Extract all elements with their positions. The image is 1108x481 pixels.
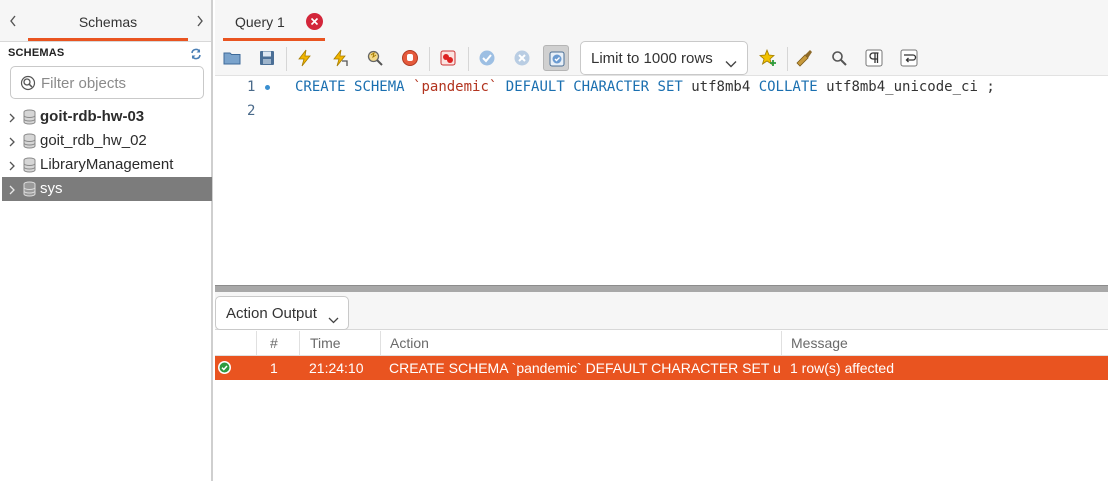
col-header-message[interactable]: Message [791,335,848,351]
output-type-select[interactable]: Action Output [215,296,349,330]
kw-character: CHARACTER [573,79,650,95]
line-number: 2 [247,103,256,119]
charset-value: utf8mb4 [691,79,751,95]
row-time: 21:24:10 [309,360,364,376]
schemas-header-label: SCHEMAS [8,47,65,59]
sql-editor-toolbar: Limit to 1000 rows [215,41,1108,76]
autocommit-icon[interactable] [543,45,569,71]
filter-search-icon [20,75,36,91]
limit-rows-label: Limit to 1000 rows [591,50,713,67]
limit-rows-select[interactable]: Limit to 1000 rows [580,41,748,75]
main-area: Query 1 Limit to 1000 rows 1 2 CREATE SC… [215,0,1108,481]
code-line-1: CREATE SCHEMA `pandemic` DEFAULT CHARACT… [295,79,995,95]
row-action: CREATE SCHEMA `pandemic` DEFAULT CHARACT… [389,360,781,376]
close-tab-icon[interactable] [306,13,323,30]
filter-objects-input[interactable] [41,71,199,95]
expand-chevron-icon[interactable] [8,183,16,195]
line-number: 1 [247,79,256,95]
refresh-icon[interactable] [190,47,202,60]
schemas-header: SCHEMAS [0,44,211,62]
execute-current-icon[interactable] [327,45,353,71]
output-toolbar: Action Output [215,292,1108,330]
schema-tree-item[interactable]: goit-rdb-hw-03 [2,105,212,129]
panel-splitter[interactable] [215,285,1108,292]
schema-name-label: goit_rdb_hw_02 [40,132,147,149]
database-icon [23,157,36,173]
commit-icon[interactable] [474,45,500,71]
database-icon [23,181,36,197]
column-divider [299,331,300,356]
toolbar-separator [286,47,287,71]
schemas-sidebar: Schemas SCHEMAS goit-rdb-hw-03 goit_rdb_h… [0,0,213,481]
kw-create: CREATE [295,79,346,95]
schema-tree-item[interactable]: LibraryManagement [2,153,212,177]
output-panel: Action Output # Time Action Message 1 21… [215,292,1108,481]
schema-name-label: LibraryManagement [40,156,174,173]
collation-value: utf8mb4_unicode_ci [826,79,978,95]
output-grid-header: # Time Action Message [215,331,1108,356]
beautify-icon[interactable] [791,45,817,71]
stop-icon[interactable] [397,45,423,71]
output-type-label: Action Output [226,305,317,322]
save-icon[interactable] [254,45,280,71]
col-header-number[interactable]: # [270,335,278,351]
row-number: 1 [270,360,278,376]
sql-editor[interactable]: 1 2 CREATE SCHEMA `pandemic` DEFAULT CHA… [215,77,1108,285]
chevron-down-icon [725,55,737,71]
output-row[interactable]: 1 21:24:10 CREATE SCHEMA `pandemic` DEFA… [215,356,1108,380]
column-divider [781,331,782,356]
bookmark-star-icon[interactable] [755,45,781,71]
row-message: 1 row(s) affected [790,360,895,376]
expand-chevron-icon[interactable] [8,111,16,123]
column-divider [256,331,257,356]
expand-chevron-icon[interactable] [8,135,16,147]
sidebar-tabbar: Schemas [0,0,211,42]
rollback-icon[interactable] [509,45,535,71]
schema-tree-item[interactable]: goit_rdb_hw_02 [2,129,212,153]
col-header-time[interactable]: Time [310,335,341,351]
database-icon [23,109,36,125]
tab-query-label: Query 1 [235,14,285,30]
schema-name: `pandemic` [413,79,498,95]
wrap-lines-icon[interactable] [896,45,922,71]
column-divider [380,331,381,356]
execute-icon[interactable] [292,45,318,71]
filter-box [10,66,204,99]
find-icon[interactable] [826,45,852,71]
query-tabbar: Query 1 [215,0,1108,42]
expand-chevron-icon[interactable] [8,159,16,171]
col-header-action[interactable]: Action [390,335,429,351]
kw-collate: COLLATE [758,79,818,95]
semicolon: ; [986,79,995,95]
kw-default: DEFAULT [505,79,565,95]
success-check-icon [218,361,231,374]
chevron-left-icon[interactable] [8,13,20,29]
open-folder-icon[interactable] [219,45,245,71]
toolbar-separator [468,47,469,71]
kw-schema: SCHEMA [354,79,405,95]
invisible-chars-icon[interactable] [861,45,887,71]
explain-icon[interactable] [362,45,388,71]
schema-name-label: sys [40,180,63,197]
chevron-right-icon[interactable] [195,13,207,29]
schema-tree-item[interactable]: sys [2,177,212,201]
kw-set: SET [657,79,683,95]
modified-line-marker [265,85,270,90]
tab-schemas[interactable]: Schemas [28,4,188,41]
toolbar-separator [429,47,430,71]
chevron-down-icon [328,311,339,327]
toggle-error-icon[interactable] [435,45,461,71]
tab-query-1[interactable]: Query 1 [223,4,325,41]
database-icon [23,133,36,149]
toolbar-separator [787,47,788,71]
schema-name-label: goit-rdb-hw-03 [40,108,145,125]
